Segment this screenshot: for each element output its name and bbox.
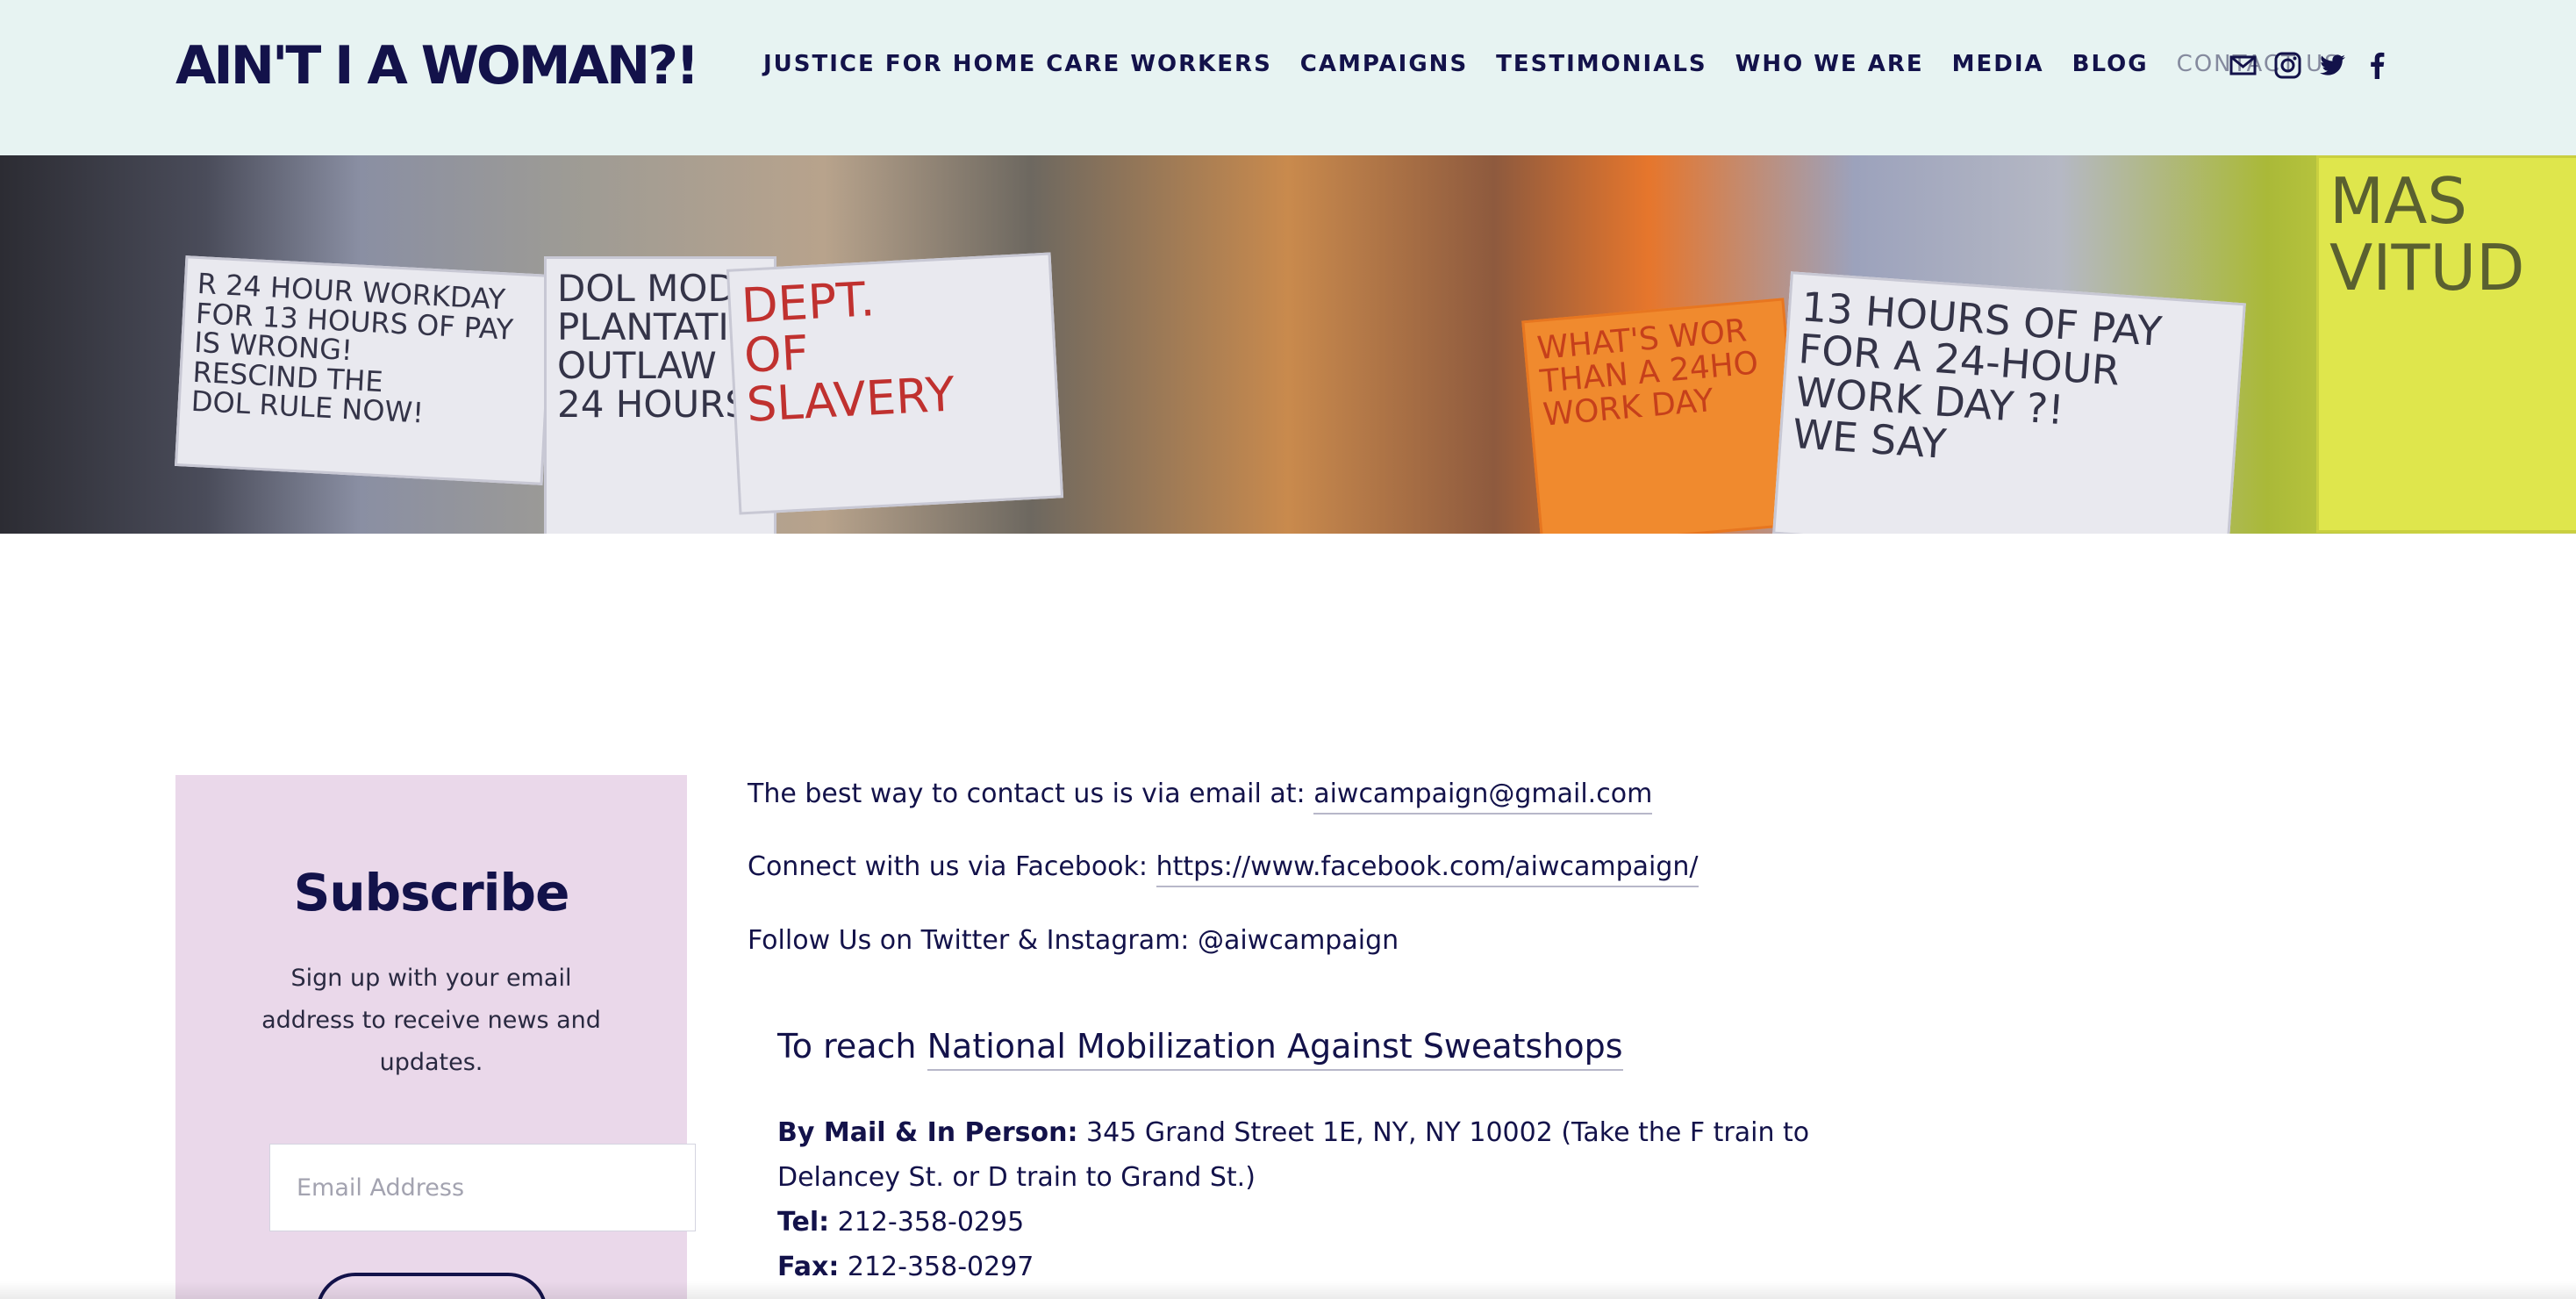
facebook-link[interactable]: https://www.facebook.com/aiwcampaign/ <box>1156 851 1699 887</box>
facebook-prefix: Connect with us via Facebook: <box>748 851 1148 882</box>
email-line: The best way to contact us is via email … <box>748 779 1653 815</box>
social-links <box>2229 51 2392 80</box>
twitter-icon[interactable] <box>2318 51 2347 80</box>
site-logo[interactable]: AIN'T I A WOMAN?! <box>175 35 699 97</box>
fax-value: 212-358-0297 <box>847 1252 1034 1282</box>
reach-prefix: To reach <box>777 1027 917 1066</box>
main-nav: JUSTICE FOR HOME CARE WORKERS CAMPAIGNS … <box>763 51 2369 77</box>
nav-item-media[interactable]: MEDIA <box>1952 51 2044 77</box>
fax-label: Fax: <box>777 1252 840 1282</box>
nav-item-campaigns[interactable]: CAMPAIGNS <box>1300 51 1468 77</box>
email-link[interactable]: aiwcampaign@gmail.com <box>1313 779 1653 815</box>
tel-line: Tel: 212-358-0295 <box>777 1200 1857 1245</box>
facebook-icon[interactable] <box>2363 51 2392 80</box>
address-details: By Mail & In Person: 345 Grand Street 1E… <box>777 1110 1857 1289</box>
site-header: AIN'T I A WOMAN?! JUSTICE FOR HOME CARE … <box>0 0 2576 155</box>
mail-label: By Mail & In Person: <box>777 1117 1078 1148</box>
nav-item-who-we-are[interactable]: WHO WE ARE <box>1735 51 1924 77</box>
org-link[interactable]: National Mobilization Against Sweatshops <box>927 1027 1623 1071</box>
twitter-line: Follow Us on Twitter & Instagram: @aiwca… <box>748 925 1399 956</box>
tel-value: 212-358-0295 <box>837 1207 1025 1238</box>
reach-heading: To reach National Mobilization Against S… <box>777 1027 1623 1071</box>
subscribe-description: Sign up with your email address to recei… <box>261 965 601 1076</box>
mail-line: By Mail & In Person: 345 Grand Street 1E… <box>777 1110 1857 1200</box>
hero-banner-image: R 24 HOUR WORKDAY FOR 13 HOURS OF PAY IS… <box>0 155 2576 534</box>
email-prefix: The best way to contact us is via email … <box>748 779 1306 809</box>
instagram-icon[interactable] <box>2273 51 2302 80</box>
mail-icon[interactable] <box>2229 51 2258 80</box>
protest-sign: MAS VITUD <box>2316 155 2576 533</box>
protest-sign: WHAT'S WOR THAN A 24HO WORK DAY <box>1521 298 1804 534</box>
nav-item-testimonials[interactable]: TESTIMONIALS <box>1496 51 1707 77</box>
email-field[interactable] <box>269 1144 696 1231</box>
subscribe-title: Subscribe <box>293 863 570 922</box>
tel-label: Tel: <box>777 1207 830 1238</box>
subscribe-panel: Subscribe Sign up with your email addres… <box>175 775 696 1299</box>
facebook-line: Connect with us via Facebook: https://ww… <box>748 851 1699 887</box>
protest-sign: 13 HOURS OF PAY FOR A 24-HOUR WORK DAY ?… <box>1772 271 2246 534</box>
nav-item-justice-for-home-care-workers[interactable]: JUSTICE FOR HOME CARE WORKERS <box>763 51 1272 77</box>
bottom-shadow <box>0 1281 2576 1299</box>
nav-item-blog[interactable]: BLOG <box>2072 51 2149 77</box>
protest-sign: R 24 HOUR WORKDAY FOR 13 HOURS OF PAY IS… <box>175 255 554 485</box>
protest-sign: DEPT. OF SLAVERY <box>726 252 1064 515</box>
